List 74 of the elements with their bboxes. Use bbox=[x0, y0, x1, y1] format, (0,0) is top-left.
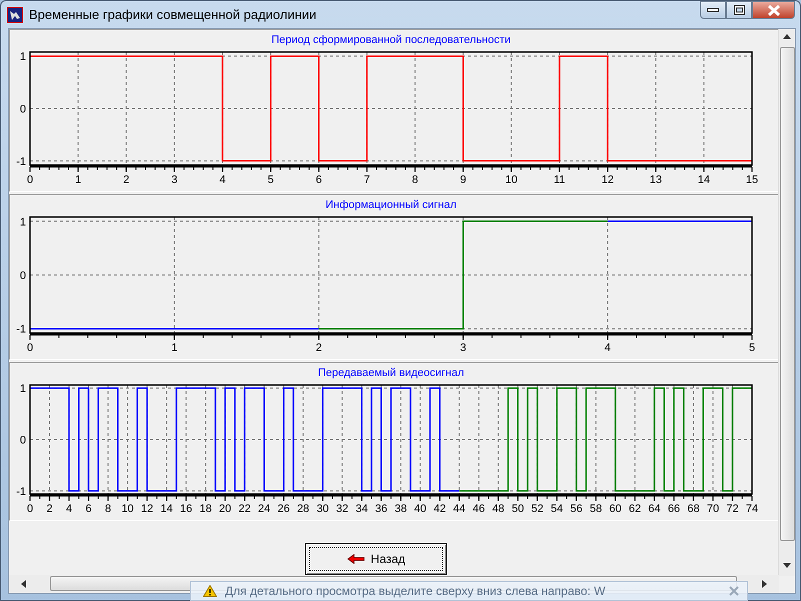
axis-label: 60 bbox=[609, 503, 622, 515]
axis-label: 6 bbox=[316, 174, 322, 186]
axis-label: -1 bbox=[16, 156, 26, 168]
axis-label: 5 bbox=[268, 174, 274, 186]
axis-label: 70 bbox=[706, 503, 720, 515]
axis-label: 9 bbox=[460, 174, 466, 186]
axis-label: 15 bbox=[746, 174, 758, 186]
axis-label: 1 bbox=[75, 174, 82, 186]
axis-label: 6 bbox=[85, 503, 92, 515]
axis-label: 4 bbox=[604, 342, 611, 354]
axis-label: 8 bbox=[412, 174, 418, 186]
axis-label: 48 bbox=[492, 503, 504, 515]
axis-label: 7 bbox=[364, 174, 370, 186]
axis-label: 74 bbox=[746, 503, 758, 515]
axis-label: 2 bbox=[46, 503, 53, 515]
axis-label: -1 bbox=[16, 486, 26, 498]
axis-label: 12 bbox=[601, 174, 614, 186]
axis-label: 4 bbox=[66, 503, 72, 515]
axis-label: 8 bbox=[105, 503, 112, 515]
axis-label: 5 bbox=[748, 342, 756, 354]
axis-label: 22 bbox=[238, 503, 251, 515]
axis-label: 12 bbox=[140, 503, 154, 515]
axis-label: 28 bbox=[297, 503, 310, 515]
axis-label: 24 bbox=[258, 503, 270, 515]
axis-label: 4 bbox=[219, 174, 226, 186]
axis-label: 3 bbox=[171, 174, 178, 186]
axis-label: 58 bbox=[590, 503, 602, 515]
axis-label: 1 bbox=[20, 216, 26, 228]
axis-label: 42 bbox=[434, 503, 446, 515]
axis-label: 2 bbox=[123, 174, 130, 186]
axis-label: 52 bbox=[531, 503, 544, 515]
axis-label: -1 bbox=[16, 324, 26, 336]
axis-label: 64 bbox=[648, 503, 661, 515]
axis-label: 0 bbox=[26, 174, 34, 186]
axis-label: 50 bbox=[512, 503, 524, 515]
chart-title: Период сформированной последовательности bbox=[271, 34, 511, 46]
axis-label: 46 bbox=[472, 503, 485, 515]
axis-label: 44 bbox=[453, 503, 466, 515]
axis-label: 36 bbox=[375, 503, 388, 515]
axis-label: 3 bbox=[460, 342, 466, 354]
axis-label: 0 bbox=[20, 434, 26, 446]
chart-title: Информационный сигнал bbox=[325, 199, 457, 211]
notification-text: Для детального просмотра выделите сверху вниз слева направо: W bbox=[225, 583, 606, 600]
axis-label: 68 bbox=[687, 503, 700, 515]
axis-label: 26 bbox=[278, 503, 290, 515]
axis-label: 30 bbox=[316, 503, 329, 515]
axis-label: 14 bbox=[160, 503, 173, 515]
axis-label: 62 bbox=[628, 503, 642, 515]
axis-label: 20 bbox=[219, 503, 232, 515]
axis-label: 13 bbox=[650, 174, 662, 186]
axis-label: 16 bbox=[180, 503, 192, 515]
axis-label: 66 bbox=[668, 503, 680, 515]
axis-label: 18 bbox=[200, 503, 212, 515]
axis-label: 14 bbox=[698, 174, 710, 186]
chart-title: Передаваемый видеосигнал bbox=[318, 367, 464, 379]
window-title: Временные графики совмещенной радиолинии bbox=[29, 6, 316, 24]
axis-label: 0 bbox=[20, 270, 26, 282]
axis-label: 0 bbox=[26, 342, 34, 354]
axis-label: 10 bbox=[121, 503, 134, 515]
axis-label: 1 bbox=[20, 51, 26, 64]
axis-label: 1 bbox=[20, 383, 26, 396]
axis-label: 10 bbox=[505, 174, 518, 186]
axis-label: 1 bbox=[171, 342, 178, 354]
axis-label: 2 bbox=[316, 342, 322, 354]
axis-label: 0 bbox=[26, 503, 34, 515]
axis-label: 38 bbox=[394, 503, 407, 515]
axis-label: 34 bbox=[356, 503, 368, 515]
axis-label: 72 bbox=[726, 503, 739, 515]
axis-label: 0 bbox=[20, 104, 26, 116]
axis-label: 32 bbox=[336, 503, 348, 515]
axis-label: 40 bbox=[414, 503, 426, 515]
axis-label: 11 bbox=[554, 174, 566, 186]
axis-label: 56 bbox=[570, 503, 582, 515]
axis-label: 54 bbox=[550, 503, 563, 515]
